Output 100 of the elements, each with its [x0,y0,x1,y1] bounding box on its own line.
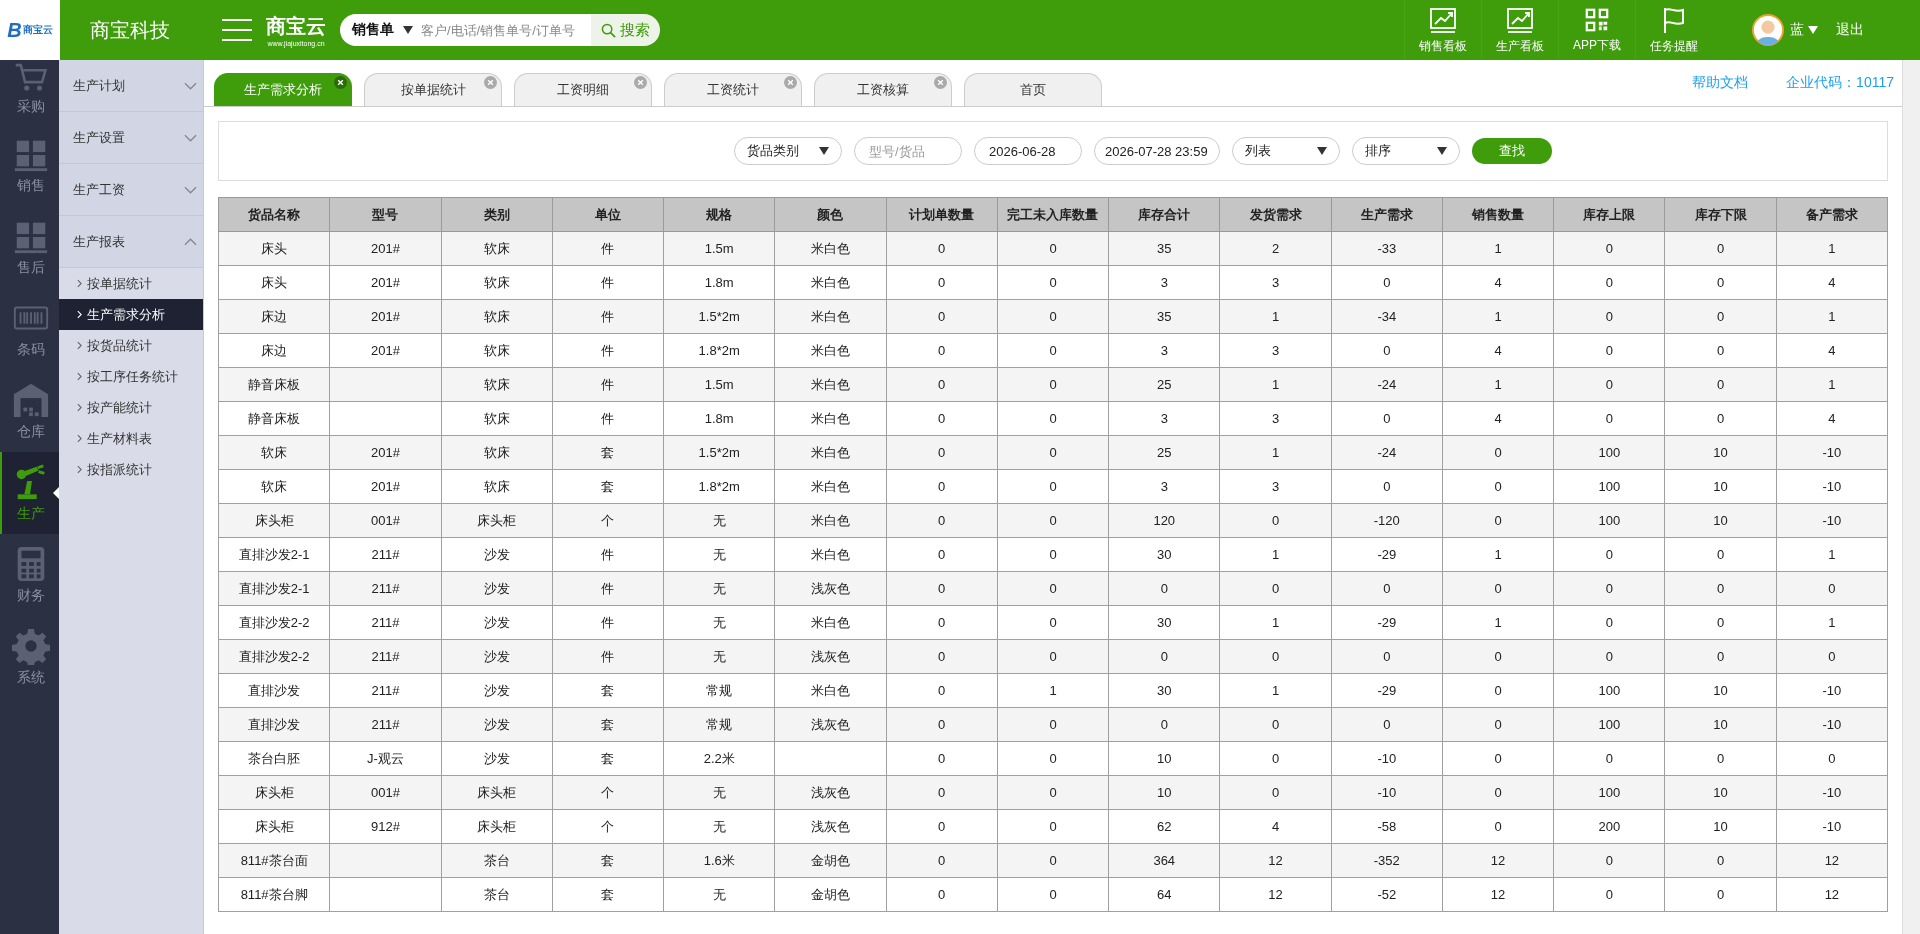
tab[interactable]: 首页 [964,73,1102,106]
tab[interactable]: 工资统计 [664,73,802,106]
table-cell: 米白色 [774,537,887,572]
module-nav-item[interactable]: 售后 [0,206,59,288]
tab[interactable]: 生产需求分析 [214,73,352,106]
table-cell: 直排沙发 [218,673,330,708]
table-cell: 3 [1108,401,1220,436]
table-cell: 0 [997,367,1109,402]
table-cell: 无 [663,605,775,640]
filter-field[interactable]: 2026-06-28 [974,137,1082,165]
table-cell: 0 [997,843,1109,878]
table-cell: 0 [1553,537,1665,572]
scrollbar[interactable] [1902,60,1920,934]
module-nav-item[interactable]: 仓库 [0,370,59,452]
menu-icon[interactable] [222,19,252,41]
table-cell: 1.5m [663,231,775,266]
table-cell: -29 [1331,673,1443,708]
module-nav-item[interactable]: 财务 [0,534,59,616]
submenu-group[interactable]: 生产工资 [59,164,203,216]
table-cell: 0 [1442,741,1554,776]
submenu-group[interactable]: 生产报表 [59,216,203,268]
table-cell: 364 [1108,843,1220,878]
table-cell: 0 [997,401,1109,436]
module-nav-item[interactable]: 系统 [0,616,59,698]
submenu-item[interactable]: 生产需求分析 [59,299,203,330]
module-nav-item[interactable]: 条码 [0,288,59,370]
table-cell: 4 [1776,333,1888,368]
table-cell: 浅灰色 [774,707,887,742]
user-menu[interactable]: 蓝 [1790,21,1818,39]
table-cell: 120 [1108,503,1220,538]
tab[interactable]: 工资明细 [514,73,652,106]
submenu-group[interactable]: 生产计划 [59,60,203,112]
module-nav-item[interactable]: 销售 [0,124,59,206]
table-cell: 201# [329,469,442,504]
filter-field[interactable]: 2026-07-28 23:59 [1094,137,1220,165]
column-header: 货品名称 [218,197,330,232]
table-cell: 001# [329,503,442,538]
table-cell: 4 [1219,809,1332,844]
logout-link[interactable]: 退出 [1836,21,1864,39]
table-cell: 1 [1776,605,1888,640]
column-header: 类别 [441,197,553,232]
company-code: 企业代码：10117 [1786,74,1894,92]
table-cell: 软床 [441,299,553,334]
module-nav-item[interactable]: 生产 [0,452,59,534]
table-cell: 直排沙发 [218,707,330,742]
table-cell: 3 [1219,469,1332,504]
table-cell: -10 [1331,775,1443,810]
table-cell: 100 [1553,469,1665,504]
table-cell: 0 [886,469,998,504]
table-cell: 床头 [218,265,330,300]
table-cell: 0 [1776,741,1888,776]
table-cell: 金胡色 [774,877,887,912]
submenu-item[interactable]: 按单据统计 [59,268,203,299]
table-cell: 套 [552,707,664,742]
table-cell: 0 [1776,639,1888,674]
table-cell: 米白色 [774,503,887,538]
module-nav-item[interactable]: 采购 [0,60,59,124]
table-cell: 1 [1442,367,1554,402]
table-cell: 0 [1553,877,1665,912]
table-cell: 0 [1331,707,1443,742]
submenu-item[interactable]: 按产能统计 [59,392,203,423]
table-cell: 0 [1331,571,1443,606]
table-cell: -10 [1776,435,1888,470]
close-icon[interactable] [334,76,347,89]
table-cell: 10 [1664,775,1777,810]
table-cell: 件 [552,639,664,674]
column-header: 库存上限 [1553,197,1665,232]
table-cell: 12 [1442,877,1554,912]
table-cell: 64 [1108,877,1220,912]
table-cell: -29 [1331,537,1443,572]
tab[interactable]: 工资核算 [814,73,952,106]
table-cell: 1 [1442,299,1554,334]
table-cell: 0 [886,299,998,334]
submenu-item[interactable]: 按工序任务统计 [59,361,203,392]
table-cell: 100 [1553,503,1665,538]
table-cell: -10 [1776,469,1888,504]
submenu-item[interactable]: 按指派统计 [59,454,203,485]
table-cell: 0 [1108,571,1220,606]
table-cell: 0 [1442,775,1554,810]
column-header: 型号 [329,197,442,232]
table-cell: 1 [1776,231,1888,266]
table-cell: 0 [886,401,998,436]
table-cell: -10 [1776,707,1888,742]
table-cell: 直排沙发2-2 [218,605,330,640]
search-scope-dropdown[interactable]: 销售单 [340,14,421,46]
filter-field[interactable]: 型号/货品 [854,137,962,165]
table-cell: 10 [1664,673,1777,708]
table-cell: 1 [1219,537,1332,572]
avatar-icon [1752,14,1784,46]
search-field[interactable]: 客户/电话/销售单号/订单号 [421,14,591,46]
submenu-item[interactable]: 按货品统计 [59,330,203,361]
submenu-group[interactable]: 生产设置 [59,112,203,164]
search-button[interactable]: 查找 [1472,138,1552,164]
submenu-item[interactable]: 生产材料表 [59,423,203,454]
tab[interactable]: 按单据统计 [364,73,502,106]
table-cell: 0 [997,435,1109,470]
warehouse-icon [11,381,50,419]
table-cell: -29 [1331,605,1443,640]
table-cell: 0 [1219,571,1332,606]
company-name: 商宝科技 [89,17,171,43]
